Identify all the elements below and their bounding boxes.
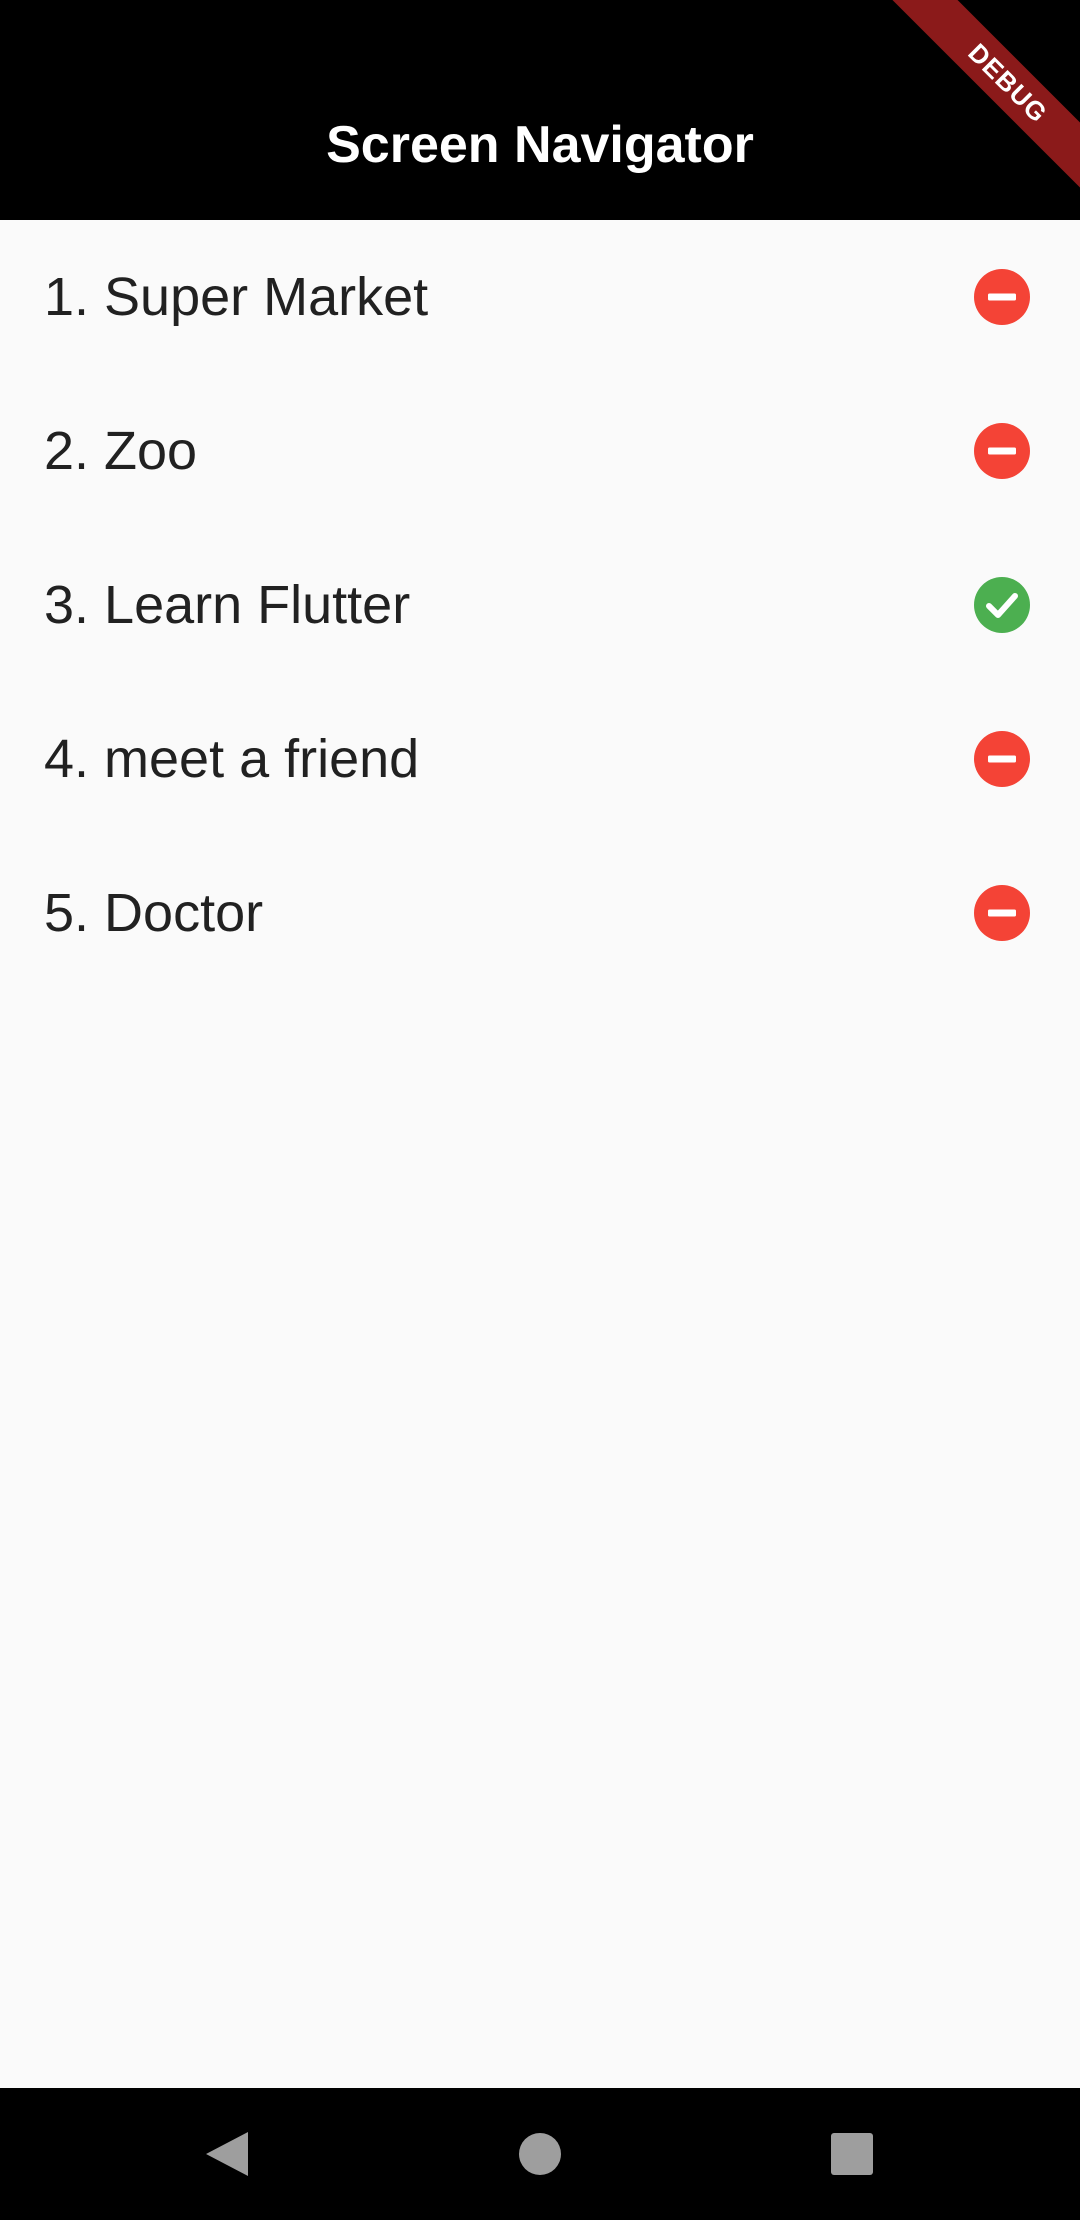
recents-icon[interactable] <box>826 2128 878 2180</box>
list-item-label: 5. Doctor <box>44 883 264 943</box>
remove-circle-icon[interactable] <box>974 731 1030 787</box>
remove-circle-icon[interactable] <box>974 423 1030 479</box>
list-item-label: 3. Learn Flutter <box>44 575 411 635</box>
list-item-label: 4. meet a friend <box>44 729 420 789</box>
list-item[interactable]: 1. Super Market <box>0 220 1080 374</box>
list-item-label: 2. Zoo <box>44 421 198 481</box>
list-item[interactable]: 3. Learn Flutter <box>0 528 1080 682</box>
check-circle-icon[interactable] <box>974 577 1030 633</box>
remove-circle-icon[interactable] <box>974 885 1030 941</box>
list-item-label: 1. Super Market <box>44 267 429 327</box>
list-item[interactable]: 5. Doctor <box>0 836 1080 990</box>
page-title: Screen Navigator <box>326 116 754 174</box>
back-icon[interactable] <box>200 2128 252 2180</box>
remove-circle-icon[interactable] <box>974 269 1030 325</box>
list-item[interactable]: 4. meet a friend <box>0 682 1080 836</box>
task-list: 1. Super Market 2. Zoo 3. Learn Flutter … <box>0 220 1080 990</box>
app-bar: Screen Navigator DEBUG <box>0 0 1080 220</box>
home-icon[interactable] <box>514 2128 566 2180</box>
list-item[interactable]: 2. Zoo <box>0 374 1080 528</box>
system-nav-bar <box>0 2088 1080 2220</box>
